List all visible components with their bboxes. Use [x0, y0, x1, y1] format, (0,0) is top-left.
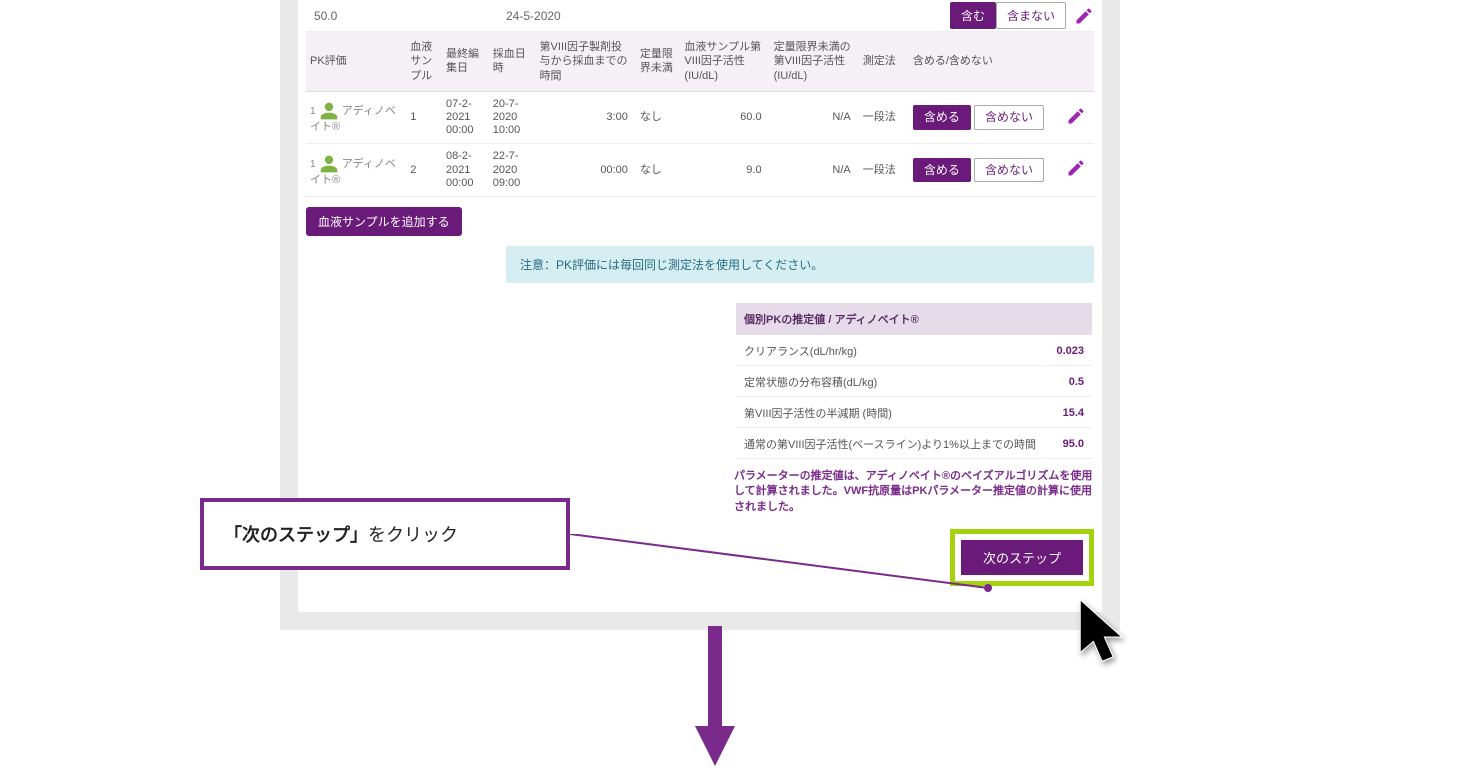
time-since: 3:00	[536, 91, 636, 144]
summary-value: 95.0	[1048, 430, 1092, 459]
th-edit: 最終編集日	[442, 32, 489, 91]
th-pk: PK評価	[306, 32, 406, 91]
summary-row: クリアランス(dL/hr/kg)0.023	[736, 337, 1092, 366]
summary-value: 0.5	[1048, 368, 1092, 397]
include-button[interactable]: 含める	[913, 158, 971, 182]
down-arrow-icon	[695, 626, 735, 766]
sample-num: 1	[406, 91, 442, 144]
pk-cell: 1 アディノベイト®	[306, 91, 406, 144]
activity: 9.0	[680, 144, 769, 197]
include-button-top[interactable]: 含む	[950, 2, 996, 29]
instruction-callout: 「次のステップ」をクリック	[200, 498, 570, 570]
param-note: パラメーターの推定値は、アディノベイト®のベイズアルゴリズムを使用して計算されま…	[734, 469, 1094, 515]
exclude-button[interactable]: 含めない	[974, 158, 1044, 182]
edit-icon[interactable]	[1066, 158, 1086, 178]
summary-label: クリアランス(dL/hr/kg)	[736, 337, 1046, 366]
th-assay: 測定法	[859, 32, 909, 91]
assay-note: 注意：PK評価には毎回同じ測定法を使用してください。	[506, 246, 1094, 283]
summary-label: 通常の第VIII因子活性(ベースライン)より1%以上までの時間	[736, 430, 1046, 459]
assay: 一段法	[859, 91, 909, 144]
edit-date: 07-2-2021 00:00	[442, 91, 489, 144]
activity: 60.0	[680, 91, 769, 144]
exclude-button-top[interactable]: 含まない	[996, 2, 1066, 29]
summary-label: 定常状態の分布容積(dL/kg)	[736, 368, 1046, 397]
include-button[interactable]: 含める	[913, 105, 971, 129]
time-since: 00:00	[536, 144, 636, 197]
below-loq: なし	[636, 144, 681, 197]
include-cell: 含める 含めない	[909, 144, 1054, 197]
callout-rest: をクリック	[368, 525, 458, 545]
top-row: 50.0 24-5-2020 含む 含まない	[306, 0, 1094, 32]
edit-date: 08-2-2021 00:00	[442, 144, 489, 197]
summary-value: 15.4	[1048, 399, 1092, 428]
th-inc: 含める/含めない	[909, 32, 1054, 91]
avatar-icon	[319, 154, 339, 174]
summary-row: 通常の第VIII因子活性(ベースライン)より1%以上までの時間95.0	[736, 430, 1092, 459]
top-value-date: 24-5-2020	[506, 9, 646, 23]
th-below: 定量限界未満	[636, 32, 681, 91]
summary-value: 0.023	[1048, 337, 1092, 366]
table-row: 1 アディノベイト®208-2-2021 00:0022-7-2020 09:0…	[306, 144, 1094, 197]
th-actb: 定量限界未満の第VIII因子活性(IU/dL)	[770, 32, 859, 91]
avatar-icon	[319, 101, 339, 121]
below-loq: なし	[636, 91, 681, 144]
summary-header: 個別PKの推定値 / アディノベイト®	[736, 303, 1092, 335]
exclude-button[interactable]: 含めない	[974, 105, 1044, 129]
draw-date: 22-7-2020 09:00	[489, 144, 536, 197]
activity-below: N/A	[770, 91, 859, 144]
callout-bold: 「次のステップ」	[224, 525, 368, 545]
activity-below: N/A	[770, 144, 859, 197]
include-cell: 含める 含めない	[909, 91, 1054, 144]
edit-icon[interactable]	[1074, 6, 1094, 26]
summary-row: 第VIII因子活性の半減期 (時間)15.4	[736, 399, 1092, 428]
samples-table: PK評価 血液サンプル 最終編集日 採血日時 第VIII因子製剤投与から採血まで…	[306, 32, 1094, 197]
summary-label: 第VIII因子活性の半減期 (時間)	[736, 399, 1046, 428]
edit-icon[interactable]	[1066, 106, 1086, 126]
pk-cell: 1 アディノベイト®	[306, 144, 406, 197]
pk-summary-table: 個別PKの推定値 / アディノベイト® クリアランス(dL/hr/kg)0.02…	[734, 301, 1094, 461]
table-row: 1 アディノベイト®107-2-2021 00:0020-7-2020 10:0…	[306, 91, 1094, 144]
add-sample-button[interactable]: 血液サンプルを追加する	[306, 207, 462, 236]
next-step-button[interactable]: 次のステップ	[961, 540, 1083, 575]
assay: 一段法	[859, 144, 909, 197]
th-time: 第VIII因子製剤投与から採血までの時間	[536, 32, 636, 91]
summary-row: 定常状態の分布容積(dL/kg)0.5	[736, 368, 1092, 397]
draw-date: 20-7-2020 10:00	[489, 91, 536, 144]
top-value-1: 50.0	[306, 9, 506, 23]
next-step-highlight: 次のステップ	[950, 529, 1094, 586]
sample-num: 2	[406, 144, 442, 197]
th-sample: 血液サンプル	[406, 32, 442, 91]
th-act: 血液サンプル第VIII因子活性(IU/dL)	[680, 32, 769, 91]
th-draw: 採血日時	[489, 32, 536, 91]
